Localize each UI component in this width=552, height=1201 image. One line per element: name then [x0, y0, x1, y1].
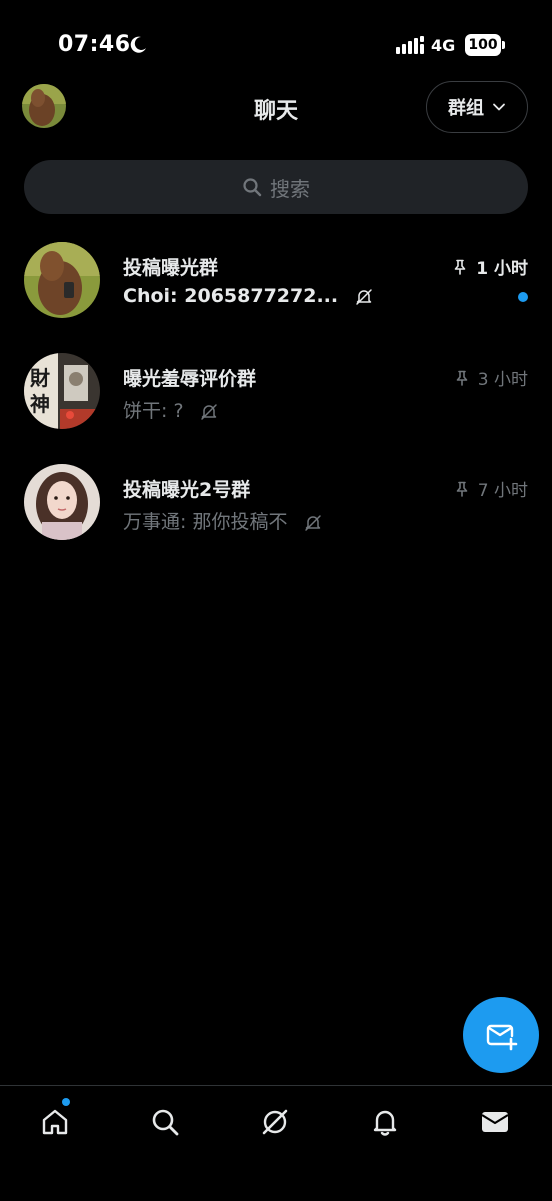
svg-text:財: 財	[30, 366, 50, 390]
nav-notifications[interactable]	[365, 1102, 405, 1142]
status-time: 07:46	[58, 32, 131, 57]
chat-meta: 7 小时	[454, 476, 528, 501]
chat-preview: 万事通: 那你投稿不	[123, 507, 322, 534]
bell-icon	[373, 1110, 397, 1136]
chat-name: 曝光羞辱评价群	[123, 368, 257, 390]
chat-preview-text: Choi: 2065877272...	[123, 285, 339, 307]
groups-filter-label: 群组	[448, 98, 484, 119]
chat-name: 投稿曝光2号群	[123, 479, 251, 501]
nav-grok[interactable]	[255, 1102, 295, 1142]
chat-preview-text: 万事通: 那你投稿不	[123, 511, 288, 533]
signal-icon	[396, 36, 424, 54]
chat-row[interactable]: 投稿曝光2号群 万事通: 那你投稿不 7 小时	[0, 452, 552, 552]
chat-time: 7 小时	[477, 481, 528, 501]
nav-messages[interactable]	[475, 1102, 515, 1142]
chat-time: 1 小时	[476, 259, 528, 279]
chat-avatar: 財 神	[24, 353, 100, 429]
chat-time: 3 小时	[477, 370, 528, 390]
pin-icon	[456, 370, 468, 386]
chat-meta: 1 小时	[452, 254, 528, 279]
chat-avatar	[24, 242, 100, 318]
status-bar: 07:46 4G 100	[0, 0, 552, 80]
svg-text:神: 神	[30, 392, 50, 416]
chat-meta: 3 小时	[454, 365, 528, 390]
bottom-nav	[0, 1085, 552, 1201]
mail-icon	[481, 1112, 509, 1132]
chat-name: 投稿曝光群	[123, 257, 219, 279]
pin-icon	[456, 481, 468, 497]
moon-icon	[130, 36, 146, 53]
battery-icon: 100	[465, 34, 501, 56]
search-input[interactable]: 搜索	[24, 160, 528, 214]
new-message-icon	[486, 1024, 518, 1051]
chat-row[interactable]: 財 神 曝光羞辱评价群 饼干: ? 3 小时	[0, 341, 552, 441]
chat-preview: 饼干: ?	[123, 396, 218, 423]
notification-dot	[62, 1098, 70, 1106]
unread-dot	[518, 292, 528, 302]
chat-preview-text: 饼干: ?	[123, 400, 184, 422]
groups-filter-button[interactable]: 群组	[426, 81, 528, 133]
bell-off-icon	[355, 288, 372, 305]
bell-off-icon	[304, 514, 321, 531]
chat-row[interactable]: 投稿曝光群 Choi: 2065877272... 1 小时	[0, 230, 552, 330]
chat-preview: Choi: 2065877272...	[123, 285, 373, 307]
nav-home[interactable]	[35, 1102, 75, 1142]
grok-icon	[262, 1109, 288, 1135]
battery-nub	[502, 41, 505, 49]
home-icon	[42, 1109, 68, 1135]
chevron-down-icon	[493, 103, 505, 111]
new-message-button[interactable]	[463, 997, 539, 1073]
search-placeholder: 搜索	[270, 176, 310, 201]
search-icon	[243, 178, 262, 197]
search-icon	[152, 1109, 179, 1136]
chat-avatar	[24, 464, 100, 540]
nav-search[interactable]	[145, 1102, 185, 1142]
bell-off-icon	[200, 403, 217, 420]
pin-icon	[454, 259, 466, 275]
network-type: 4G	[431, 36, 456, 55]
